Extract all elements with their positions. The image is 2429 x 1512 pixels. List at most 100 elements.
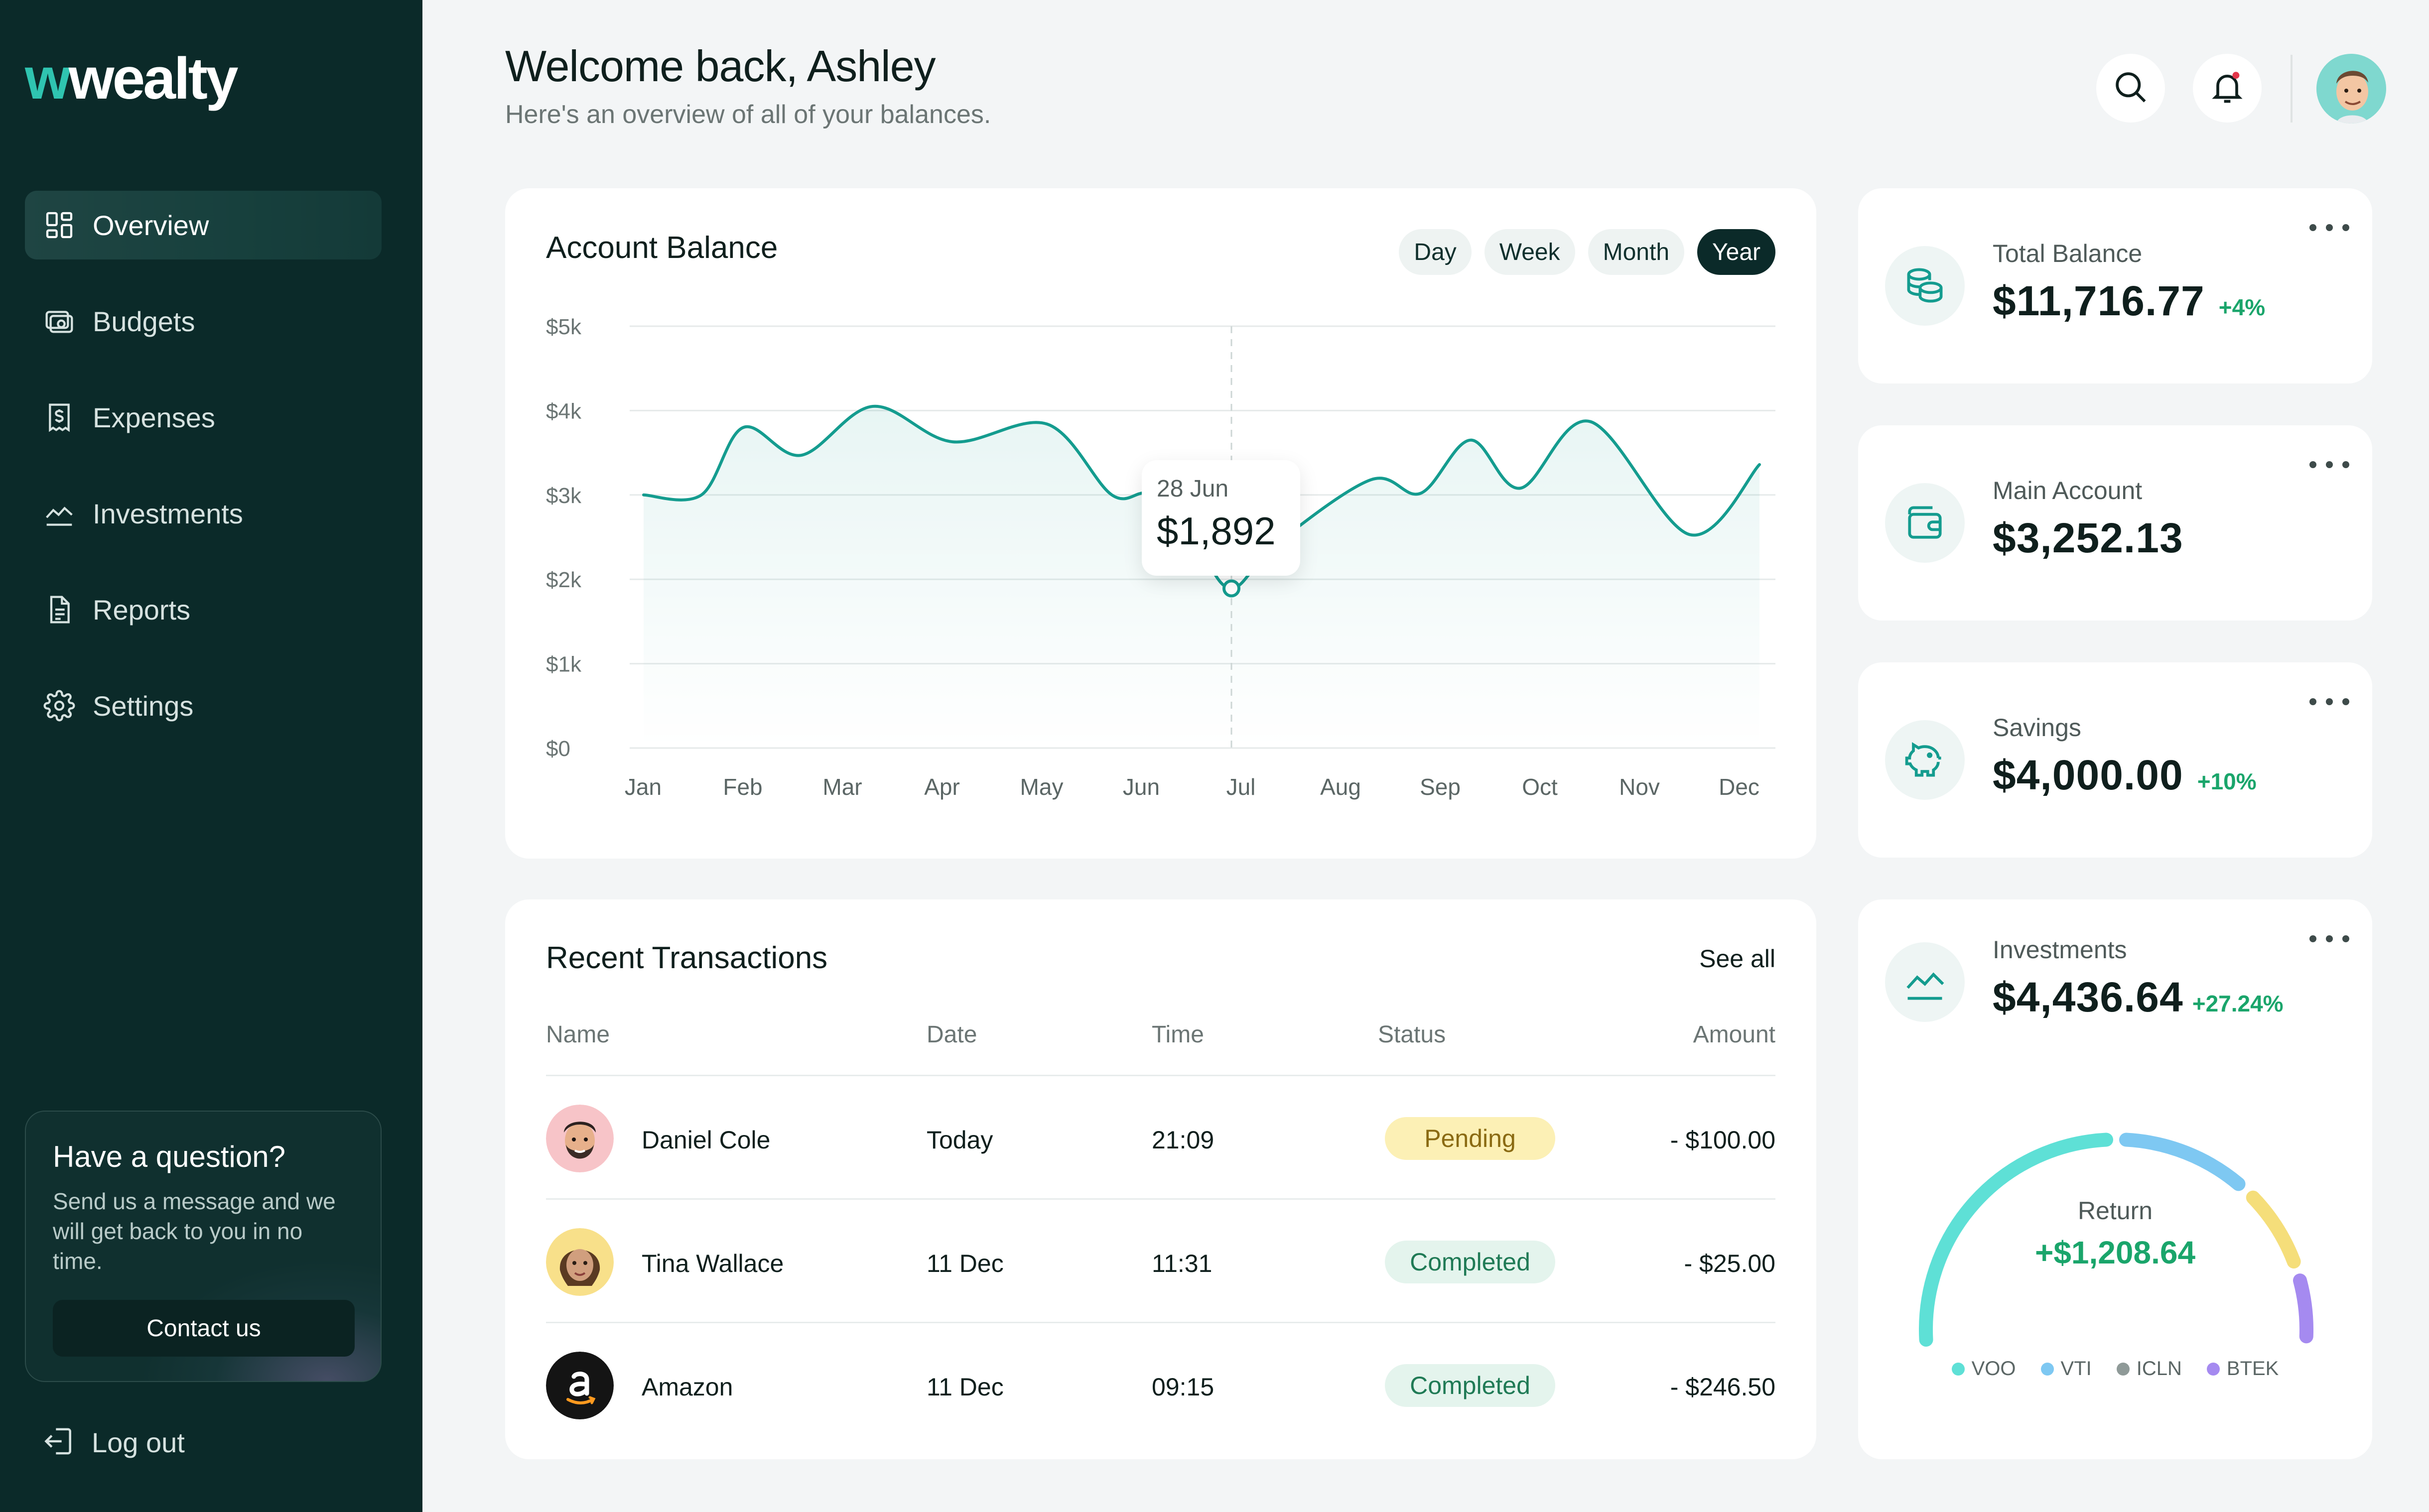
stat-value-row: $4,000.00 +10% (1993, 751, 2257, 799)
portfolio-legend: VOO VTI ICLN BTEK (1858, 1358, 2372, 1380)
legend-label: VTI (2060, 1358, 2092, 1380)
total-balance-change: +4% (2218, 294, 2266, 320)
table-row[interactable]: Daniel Cole Today 21:09 Pending - $100.0… (546, 1076, 1775, 1198)
tx-date: Today (927, 1126, 993, 1154)
stat-label: Main Account (1993, 477, 2143, 504)
tx-date: 11 Dec (927, 1250, 1004, 1277)
sidebar-nav: Overview Budgets Expenses Investments Re… (25, 191, 382, 767)
gear-icon (42, 688, 77, 723)
page-subtitle: Here's an overview of all of your balanc… (505, 100, 991, 129)
savings-card: Savings $4,000.00 +10% (1858, 662, 2372, 858)
tx-name: Tina Wallace (642, 1250, 784, 1277)
sidebar-item-overview[interactable]: Overview (25, 191, 382, 259)
user-avatar[interactable] (2316, 54, 2386, 124)
table-row[interactable]: Tina Wallace 11 Dec 11:31 Completed - $2… (546, 1199, 1775, 1322)
tx-name: Amazon (642, 1373, 733, 1401)
tx-name: Daniel Cole (642, 1126, 771, 1154)
return-value: +$1,208.64 (2034, 1235, 2196, 1270)
more-options-icon[interactable] (2309, 220, 2349, 235)
help-title: Have a question? (53, 1140, 285, 1173)
sidebar-item-expenses[interactable]: Expenses (25, 383, 382, 452)
sidebar-item-budgets[interactable]: Budgets (25, 287, 382, 356)
amazon-logo-icon (546, 1352, 614, 1419)
column-header-time: Time (1152, 1021, 1204, 1048)
tooltip-date: 28 Jun (1157, 476, 1229, 502)
tx-amount: - $25.00 (1684, 1250, 1775, 1277)
legend-item-voo: VOO (1951, 1358, 2016, 1380)
transactions-title: Recent Transactions (546, 941, 828, 975)
x-tick-label: Aug (1320, 774, 1361, 800)
more-options-icon[interactable] (2309, 457, 2349, 472)
tx-time: 21:09 (1152, 1126, 1214, 1154)
x-tick-label: Sep (1420, 774, 1461, 800)
help-box: Have a question? Send us a message and w… (25, 1111, 382, 1382)
account-balance-card: Account Balance Day Week Month Year $0 $1… (505, 188, 1816, 859)
legend-label: VOO (1971, 1358, 2016, 1380)
recent-transactions-card: Recent Transactions See all Name Date Ti… (505, 899, 1816, 1459)
logout-label: Log out (92, 1427, 185, 1458)
stat-label: Savings (1993, 714, 2081, 742)
legend-dot (2040, 1362, 2054, 1376)
sidebar-item-label: Expenses (93, 401, 215, 433)
legend-item-icln: ICLN (2116, 1358, 2182, 1380)
tx-time: 09:15 (1152, 1373, 1214, 1401)
y-tick-label: $4k (546, 399, 582, 423)
tx-amount: - $246.50 (1670, 1373, 1775, 1401)
total-balance-card: Total Balance $11,716.77 +4% (1858, 188, 2372, 383)
column-header-name: Name (546, 1021, 610, 1048)
y-tick-label: $2k (546, 568, 582, 592)
sidebar-item-settings[interactable]: Settings (25, 671, 382, 740)
piggy-bank-icon (1885, 720, 1965, 800)
tx-date: 11 Dec (927, 1373, 1004, 1401)
legend-dot (2206, 1362, 2220, 1376)
legend-dot (1951, 1362, 1965, 1376)
return-label: Return (2077, 1197, 2153, 1225)
legend-label: BTEK (2226, 1358, 2279, 1380)
more-options-icon[interactable] (2309, 694, 2349, 709)
x-tick-label: Dec (1719, 774, 1759, 800)
notifications-button[interactable] (2193, 54, 2262, 123)
sidebar-item-label: Budgets (93, 305, 195, 337)
contact-us-button[interactable]: Contact us (53, 1300, 355, 1357)
savings-change: +10% (2197, 768, 2257, 794)
stat-value-row: $11,716.77 +4% (1993, 277, 2265, 325)
status-badge: Completed (1385, 1241, 1555, 1283)
total-balance-value: $11,716.77 (1993, 277, 2205, 324)
grid-icon (42, 208, 77, 243)
sidebar-item-investments[interactable]: Investments (25, 479, 382, 548)
x-tick-label: Feb (723, 774, 762, 800)
highlight-point[interactable] (1222, 579, 1240, 598)
logo[interactable]: wwealty (25, 44, 239, 114)
table-row[interactable]: Amazon 11 Dec 09:15 Completed - $246.50 (546, 1323, 1775, 1445)
see-all-link[interactable]: See all (1699, 944, 1775, 973)
stat-label: Total Balance (1993, 240, 2143, 267)
sidebar-item-reports[interactable]: Reports (25, 575, 382, 644)
sidebar-item-label: Settings (93, 690, 194, 722)
main-account-card: Main Account $3,252.13 (1858, 425, 2372, 621)
status-badge: Completed (1385, 1364, 1555, 1407)
page-title: Welcome back, Ashley (505, 41, 936, 91)
document-icon (42, 592, 77, 627)
y-tick-label: $5k (546, 315, 582, 339)
search-button[interactable] (2096, 54, 2165, 123)
bell-icon (2208, 68, 2246, 109)
x-tick-label: May (1020, 774, 1064, 800)
wallet-icon (1885, 483, 1965, 563)
sidebar-item-label: Investments (93, 498, 243, 529)
tx-time: 11:31 (1152, 1250, 1213, 1277)
wallet-money-icon (42, 304, 77, 339)
column-header-amount: Amount (1693, 1021, 1775, 1048)
x-tick-label: Apr (924, 774, 960, 800)
y-tick-label: $0 (546, 737, 570, 761)
y-tick-label: $3k (546, 484, 582, 508)
main-account-value: $3,252.13 (1993, 514, 2183, 561)
trend-chart-icon (42, 496, 77, 531)
stat-value-row: $3,252.13 (1993, 514, 2183, 562)
header-divider (2291, 55, 2293, 123)
balance-area (644, 406, 1759, 748)
x-tick-label: Jun (1123, 774, 1160, 800)
x-tick-label: Jan (625, 774, 662, 800)
savings-value: $4,000.00 (1993, 752, 2183, 798)
gauge-arc-vti (2119, 1133, 2246, 1191)
logout-button[interactable]: Log out (42, 1424, 185, 1461)
